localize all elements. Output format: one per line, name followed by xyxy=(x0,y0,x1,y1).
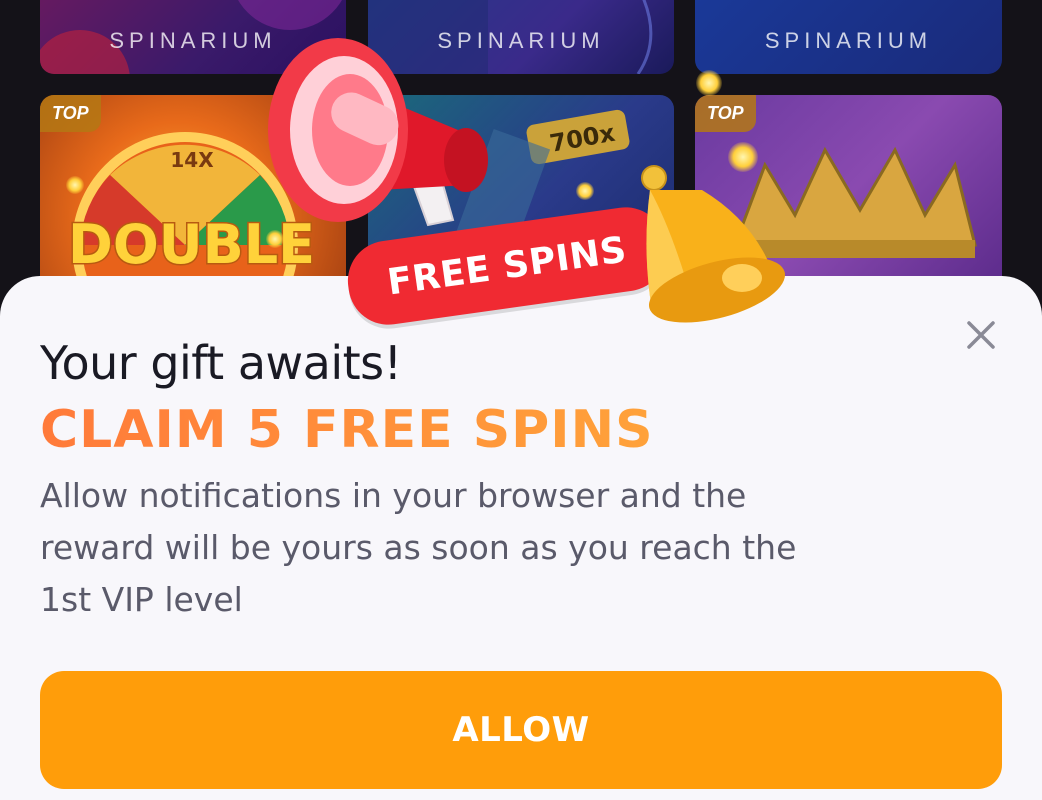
sparkle-icon xyxy=(728,142,758,172)
sparkle-icon xyxy=(266,230,284,248)
top-badge: TOP xyxy=(695,95,756,132)
modal-headline: CLAIM 5 FREE SPINS xyxy=(40,400,654,460)
bell-icon xyxy=(641,165,786,323)
modal-title: Your gift awaits! xyxy=(40,336,402,390)
sparkle-icon xyxy=(696,70,722,96)
sparkle-icon xyxy=(576,182,594,200)
megaphone-icon xyxy=(268,38,488,227)
top-badge: TOP xyxy=(40,95,101,132)
sparkle-icon xyxy=(66,176,84,194)
ribbon-text: FREE SPINS xyxy=(384,228,630,304)
game-tile[interactable]: SPINARIUM xyxy=(695,0,1002,74)
modal-description: Allow notifications in your browser and … xyxy=(40,476,797,619)
close-icon[interactable] xyxy=(960,314,1002,356)
provider-name: SPINARIUM xyxy=(764,28,933,53)
wheel-label: 14X xyxy=(170,148,214,172)
allow-button[interactable]: ALLOW xyxy=(40,671,1002,789)
